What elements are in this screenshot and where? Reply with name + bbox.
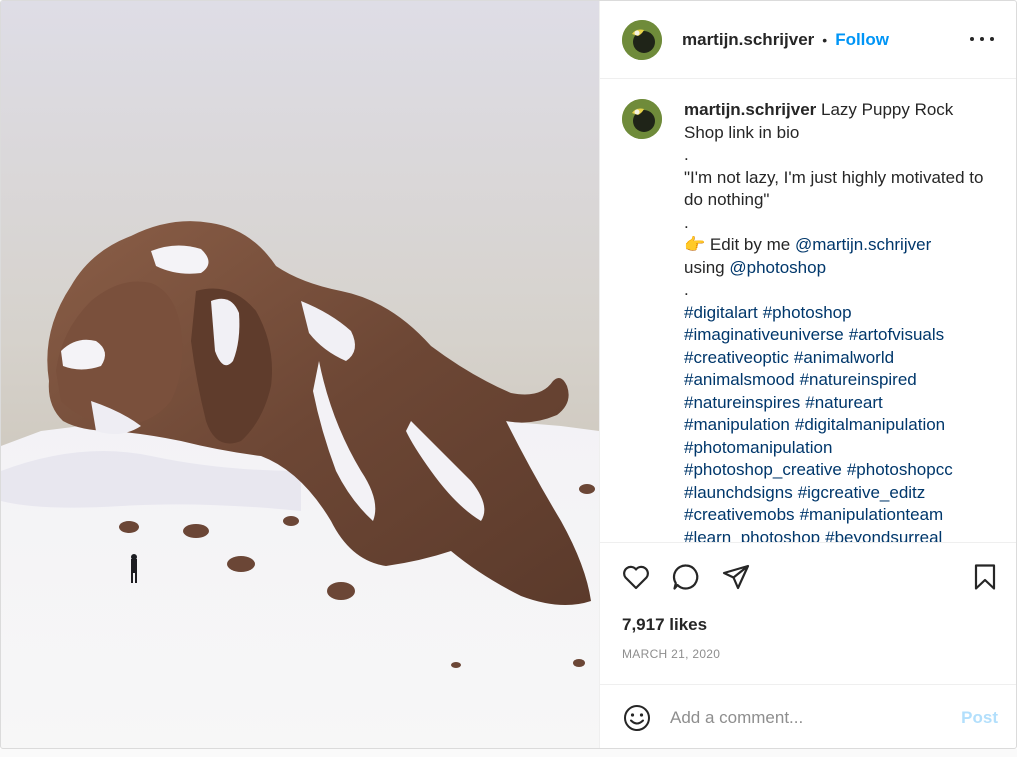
hashtag-link[interactable]: #creativemobs — [684, 505, 795, 524]
hashtag-link[interactable]: #digitalmanipulation — [795, 415, 945, 434]
hashtag-link[interactable]: #animalworld — [794, 348, 894, 367]
caption-dot: . — [684, 145, 689, 164]
mention-link[interactable]: @martijn.schrijver — [795, 235, 931, 254]
post-author-username[interactable]: martijn.schrijver — [682, 30, 814, 50]
post-comment-button[interactable]: Post — [961, 708, 998, 728]
rock-dog-image — [1, 1, 599, 748]
caption-dot: . — [684, 212, 689, 232]
mention-link[interactable]: @photoshop — [729, 258, 826, 277]
avatar[interactable] — [622, 99, 662, 139]
hashtag-list: #digitalart #photoshop #imaginativeuniver… — [684, 302, 994, 543]
hashtag-link[interactable]: #photoshop — [763, 303, 852, 322]
hashtag-link[interactable]: #photoshop_creative — [684, 460, 842, 479]
post-photo[interactable] — [1, 1, 599, 748]
caption-text: martijn.schrijver Lazy Puppy Rock Shop l… — [684, 99, 994, 542]
post-header: martijn.schrijver • Follow — [600, 1, 1016, 79]
caption-area: martijn.schrijver Lazy Puppy Rock Shop l… — [600, 80, 1016, 542]
post-date: MARCH 21, 2020 — [622, 647, 721, 661]
pointing-hand-emoji: 👉 — [684, 235, 706, 254]
caption-shop-line: Shop link in bio — [684, 122, 800, 142]
caption-username[interactable]: martijn.schrijver — [684, 100, 816, 119]
hashtag-link[interactable]: #manipulation — [684, 415, 790, 434]
comment-input[interactable] — [670, 707, 930, 728]
paper-plane-icon[interactable] — [721, 562, 751, 592]
caption-using-prefix: using — [684, 257, 725, 277]
hashtag-link[interactable]: #igcreative_editz — [798, 483, 926, 502]
separator-dot: • — [822, 31, 828, 48]
hashtag-link[interactable]: #natureinspired — [800, 370, 917, 389]
heart-icon[interactable] — [621, 562, 651, 592]
hashtag-link[interactable]: #digitalart — [684, 303, 758, 322]
hashtag-link[interactable]: #manipulationteam — [800, 505, 944, 524]
more-options-icon[interactable] — [970, 27, 994, 51]
hashtag-link[interactable]: #natureinspires — [684, 393, 800, 412]
page-background-strip — [0, 749, 1017, 757]
follow-button[interactable]: Follow — [835, 30, 889, 50]
hashtag-link[interactable]: #creativeoptic — [684, 348, 789, 367]
hashtag-link[interactable]: #learn_photoshop — [684, 528, 820, 543]
hashtag-link[interactable]: #beyondsurreal — [825, 528, 942, 543]
hashtag-link[interactable]: #launchdsigns — [684, 483, 793, 502]
hashtag-link[interactable]: #animalsmood — [684, 370, 795, 389]
comment-bar: Post — [600, 684, 1016, 748]
caption-dot: . — [684, 280, 689, 299]
smiley-icon[interactable] — [622, 703, 652, 733]
post-side-panel: martijn.schrijver • Follow martijn.schri… — [599, 1, 1016, 748]
caption-quote: "I'm not lazy, I'm just highly motivated… — [684, 167, 984, 210]
hashtag-link[interactable]: #imaginativeuniverse — [684, 325, 844, 344]
caption-edit-prefix: Edit by me — [709, 235, 791, 254]
instagram-post: martijn.schrijver • Follow martijn.schri… — [0, 0, 1017, 749]
comment-bubble-icon[interactable] — [671, 562, 701, 592]
post-actions: 7,917 likes MARCH 21, 2020 — [600, 542, 1016, 684]
avatar[interactable] — [622, 19, 662, 60]
hashtag-link[interactable]: #photoshopcc — [847, 460, 953, 479]
like-count[interactable]: 7,917 likes — [622, 615, 707, 635]
hashtag-link[interactable]: #artofvisuals — [849, 325, 944, 344]
hashtag-link[interactable]: #natureart — [805, 393, 883, 412]
bookmark-icon[interactable] — [970, 562, 1000, 592]
hashtag-link[interactable]: #photomanipulation — [684, 438, 832, 457]
caption-title: Lazy Puppy Rock — [821, 100, 954, 119]
